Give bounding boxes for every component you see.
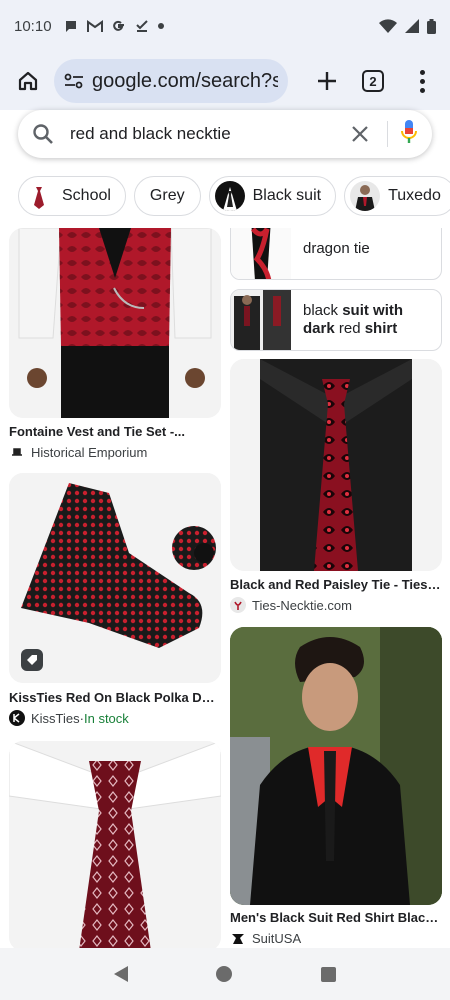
search-divider — [387, 121, 388, 147]
menu-dot — [419, 78, 425, 84]
chip-tuxedo[interactable]: Tuxedo — [344, 176, 450, 216]
url-text: google.com/search?sca_ — [92, 69, 278, 92]
source-name: Ties-Necktie.com — [252, 597, 352, 613]
google-icon — [112, 20, 124, 31]
result-title[interactable]: KissTies Red On Black Polka Dot... — [9, 690, 221, 705]
chip-black-suit[interactable]: Black suit — [208, 176, 337, 216]
chip-label: Tuxedo — [388, 187, 441, 204]
dot-icon — [157, 23, 164, 29]
image-results: Fontaine Vest and Tie Set -... Historica… — [0, 228, 450, 948]
search-icon — [33, 124, 53, 144]
result-source[interactable]: Historical Emporium — [9, 444, 221, 460]
kissties-favicon — [9, 710, 25, 726]
chip-school[interactable]: School — [18, 176, 126, 216]
historical-emporium-favicon — [9, 444, 25, 460]
menu-dot — [419, 87, 425, 93]
source-name: Historical Emporium — [31, 444, 148, 460]
chip-label: School — [62, 187, 111, 204]
wifi-icon — [379, 19, 397, 33]
chip-label: Grey — [149, 187, 185, 204]
result-source[interactable]: Ties-Necktie.com — [230, 597, 442, 613]
suitusa-favicon — [230, 930, 246, 946]
clear-search-button[interactable] — [345, 121, 375, 147]
home-icon — [18, 71, 38, 91]
more-menu-button[interactable] — [412, 69, 432, 93]
chip-label: Black suit — [252, 187, 322, 204]
chat-icon — [65, 21, 76, 32]
search-area: red and black necktie — [0, 110, 450, 168]
result-image[interactable] — [9, 228, 221, 418]
result-image[interactable] — [9, 473, 221, 683]
related-search-text: black suit with dark red shirt — [303, 302, 404, 337]
result-source[interactable]: SuitUSA — [230, 930, 442, 946]
browser-toolbar: google.com/search?sca_ 2 — [0, 52, 450, 110]
voice-search-button[interactable] — [400, 119, 418, 150]
new-tab-button[interactable] — [310, 64, 344, 98]
refinement-chips: School Grey Black suit Tuxedo — [0, 176, 450, 220]
home-circle-icon[interactable] — [216, 966, 233, 982]
chip-thumb — [24, 181, 54, 211]
status-bar: 10:10 — [0, 0, 450, 52]
battery-icon — [427, 18, 436, 34]
ties-necktie-favicon — [230, 597, 246, 613]
menu-dot — [419, 69, 425, 75]
system-navigation-bar — [0, 948, 450, 1000]
tab-switcher-button[interactable]: 2 — [362, 70, 384, 92]
chip-thumb — [350, 181, 381, 211]
status-right-icons — [379, 18, 436, 34]
search-box[interactable]: red and black necktie — [18, 110, 432, 158]
result-title[interactable]: Fontaine Vest and Tie Set -... — [9, 424, 221, 439]
status-time: 10:10 — [14, 17, 52, 35]
result-title[interactable]: Men's Black Suit Red Shirt Black... — [230, 910, 442, 925]
result-image[interactable] — [9, 741, 221, 948]
gmail-icon — [86, 19, 103, 32]
address-bar[interactable]: google.com/search?sca_ — [54, 59, 288, 103]
result-source[interactable]: KissTies · In stock — [9, 710, 221, 726]
download-done-icon — [135, 20, 148, 32]
shopping-tag-icon — [21, 649, 43, 671]
source-name: SuitUSA — [252, 930, 302, 946]
related-thumb — [231, 228, 291, 279]
plus-icon — [318, 72, 336, 90]
home-button[interactable] — [10, 63, 46, 99]
result-image[interactable] — [230, 359, 442, 571]
source-name: KissTies — [31, 710, 80, 726]
chip-thumb — [214, 181, 245, 211]
related-search[interactable]: dragon tie — [230, 228, 442, 280]
recent-apps-icon[interactable] — [320, 966, 336, 982]
related-thumb — [231, 290, 291, 350]
chip-grey[interactable]: Grey — [133, 176, 201, 216]
related-search[interactable]: black suit with dark red shirt — [230, 289, 442, 351]
site-settings-icon[interactable] — [64, 73, 84, 89]
stock-status: In stock — [83, 710, 129, 726]
signal-icon — [405, 19, 419, 33]
result-title[interactable]: Black and Red Paisley Tie - Ties-... — [230, 577, 442, 592]
back-icon[interactable] — [114, 966, 129, 982]
related-search-text: dragon tie — [303, 240, 370, 257]
result-image[interactable] — [230, 627, 442, 905]
close-icon — [352, 126, 368, 142]
search-input[interactable]: red and black necktie — [70, 124, 345, 144]
microphone-icon — [401, 119, 417, 143]
status-left-icons — [64, 19, 164, 33]
